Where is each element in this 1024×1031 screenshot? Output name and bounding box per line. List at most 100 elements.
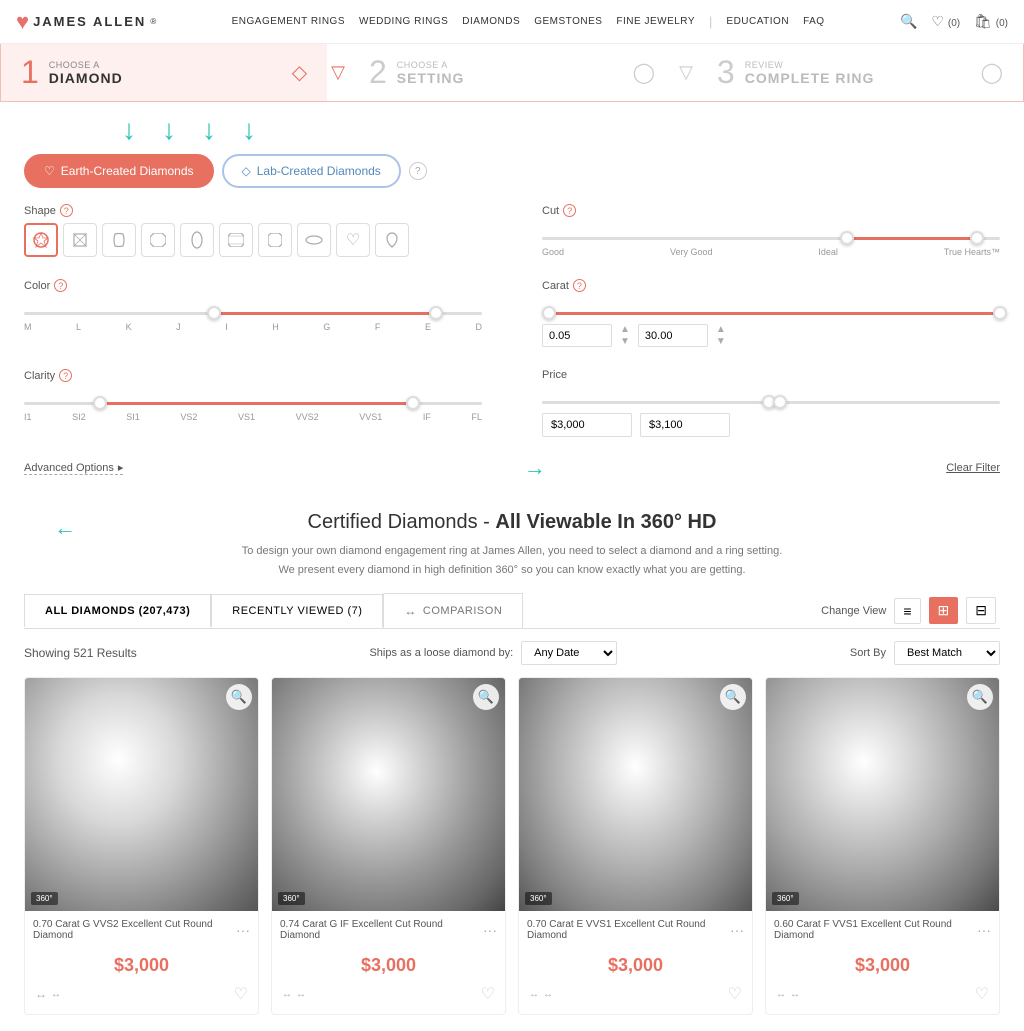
search-icon[interactable]: 🔍: [900, 13, 917, 30]
zoom-btn-3[interactable]: 🔍: [720, 684, 746, 710]
wishlist-btn-3[interactable]: ♡: [728, 984, 742, 1004]
sort-select[interactable]: Best Match: [894, 641, 1000, 665]
logo-text: JAMES ALLEN: [33, 14, 146, 29]
shape-asscher[interactable]: [258, 223, 292, 257]
comparison-icon: ↔: [404, 604, 417, 618]
diamond-info-4: 0.60 Carat F VVS1 Excellent Cut Round Di…: [766, 911, 999, 951]
steps-bar: 1 CHOOSE A DIAMOND ◇ ▽ 2 CHOOSE A SETTIN…: [0, 44, 1024, 102]
logo[interactable]: ♥ JAMES ALLEN ®: [16, 9, 156, 35]
shape-heart[interactable]: ♡: [336, 223, 370, 257]
360-badge-2: 360°: [278, 892, 305, 905]
carat-help[interactable]: ?: [573, 279, 586, 292]
price-filter: Price: [542, 369, 1000, 445]
nav-wedding-rings[interactable]: WEDDING RINGS: [359, 16, 448, 27]
color-slider[interactable]: M L K J I H G F E D: [24, 298, 482, 340]
step-1[interactable]: 1 CHOOSE A DIAMOND ◇: [1, 44, 327, 101]
cart-icon[interactable]: 🛍 (0): [974, 13, 1008, 30]
nav-fine-jewelry[interactable]: FINE JEWELRY: [616, 16, 695, 27]
zoom-btn-4[interactable]: 🔍: [967, 684, 993, 710]
compare-btn-2[interactable]: ↔↔: [282, 989, 306, 1000]
step-divider-2: ▽: [675, 44, 697, 101]
zoom-btn-2[interactable]: 🔍: [473, 684, 499, 710]
more-options-3[interactable]: ···: [730, 922, 744, 938]
arrows-row: ↓ ↓ ↓ ↓: [24, 116, 1000, 144]
diamond-info-2: 0.74 Carat G IF Excellent Cut Round Diam…: [272, 911, 505, 951]
filters-section: Shape ?: [24, 204, 1000, 445]
diamond-card-1[interactable]: 360° 🔍 0.70 Carat G VVS2 Excellent Cut R…: [24, 677, 259, 1015]
cut-label: Cut ?: [542, 204, 1000, 217]
wishlist-btn-2[interactable]: ♡: [481, 984, 495, 1004]
filter-tabs: ♡ Earth-Created Diamonds ◇ Lab-Created D…: [24, 154, 1000, 188]
view-grid-btn[interactable]: ⊞: [929, 597, 959, 624]
step-divider-1: ▽: [327, 44, 349, 101]
compare-btn-4[interactable]: ↔↔: [776, 989, 800, 1000]
view-list-btn[interactable]: ≡: [894, 598, 920, 624]
recently-viewed-tab[interactable]: RECENTLY VIEWED (7): [211, 594, 383, 627]
shape-label: Shape ?: [24, 204, 482, 217]
color-help[interactable]: ?: [54, 279, 67, 292]
carat-min-input[interactable]: [542, 324, 612, 347]
clarity-labels: I1 SI2 SI1 VS2 VS1 VVS2 VVS1 IF FL: [24, 412, 482, 422]
carat-max-input[interactable]: [638, 324, 708, 347]
nav-diamonds[interactable]: DIAMONDS: [462, 16, 520, 27]
price-min-input[interactable]: [542, 413, 632, 437]
diamond-card-2[interactable]: 360° 🔍 0.74 Carat G IF Excellent Cut Rou…: [271, 677, 506, 1015]
clarity-slider[interactable]: I1 SI2 SI1 VS2 VS1 VVS2 VVS1 IF FL: [24, 388, 482, 430]
step-3-labels: REVIEW COMPLETE RING: [745, 60, 875, 86]
shape-round[interactable]: [24, 223, 58, 257]
wishlist-btn-1[interactable]: ♡: [234, 984, 248, 1004]
cut-slider[interactable]: Good Very Good Ideal True Hearts™: [542, 223, 1000, 265]
filter-help-icon[interactable]: ?: [409, 162, 427, 180]
zoom-btn-1[interactable]: 🔍: [226, 684, 252, 710]
color-filter: Color ? M L K J I H G F: [24, 279, 482, 355]
logo-reg: ®: [150, 17, 156, 26]
shape-emerald[interactable]: [141, 223, 175, 257]
nav-gemstones[interactable]: GEMSTONES: [534, 16, 602, 27]
clear-filter-link[interactable]: Clear Filter: [946, 462, 1000, 474]
compare-btn-3[interactable]: ↔↔: [529, 989, 553, 1000]
step-2[interactable]: 2 CHOOSE A SETTING ◯: [349, 44, 675, 101]
more-options-1[interactable]: ···: [236, 922, 250, 938]
more-options-4[interactable]: ···: [977, 922, 991, 938]
results-tabs: ALL DIAMONDS (207,473) RECENTLY VIEWED (…: [24, 593, 1000, 629]
shape-cushion[interactable]: [102, 223, 136, 257]
all-diamonds-tab[interactable]: ALL DIAMONDS (207,473): [24, 594, 211, 627]
diamond-price-3: $3,000: [519, 951, 752, 980]
clarity-filter: Clarity ? I1 SI2 SI1 VS2 VS1 VVS2 VVS: [24, 369, 482, 445]
comparison-tab[interactable]: ↔ COMPARISON: [383, 593, 523, 628]
wishlist-btn-4[interactable]: ♡: [975, 984, 989, 1004]
step-2-number: 2: [369, 54, 387, 91]
shape-marquise[interactable]: [297, 223, 331, 257]
more-options-2[interactable]: ···: [483, 922, 497, 938]
shape-princess[interactable]: [63, 223, 97, 257]
nav-engagement-rings[interactable]: ENGAGEMENT RINGS: [232, 16, 345, 27]
shape-help[interactable]: ?: [60, 204, 73, 217]
advanced-options[interactable]: Advanced Options ▸: [24, 461, 123, 475]
price-slider[interactable]: [542, 387, 1000, 445]
cut-help[interactable]: ?: [563, 204, 576, 217]
wishlist-icon[interactable]: ♡ (0): [931, 13, 960, 30]
diamond-card-4[interactable]: 360° 🔍 0.60 Carat F VVS1 Excellent Cut R…: [765, 677, 1000, 1015]
diamond-img-3: 360° 🔍: [519, 678, 752, 911]
clarity-help[interactable]: ?: [59, 369, 72, 382]
diamond-actions-3: ↔↔ ♡: [519, 980, 752, 1014]
compare-btn-1[interactable]: ↔↔: [35, 987, 61, 1001]
shape-radiant[interactable]: [219, 223, 253, 257]
price-label: Price: [542, 369, 1000, 381]
lab-diamonds-tab[interactable]: ◇ Lab-Created Diamonds: [222, 154, 401, 188]
carat-slider[interactable]: ▲▼ ▲▼: [542, 298, 1000, 355]
earth-diamonds-tab[interactable]: ♡ Earth-Created Diamonds: [24, 154, 214, 188]
shape-filter: Shape ?: [24, 204, 482, 265]
price-max-input[interactable]: [640, 413, 730, 437]
view-detail-btn[interactable]: ⊟: [966, 597, 996, 624]
nav-education[interactable]: EDUCATION: [726, 16, 789, 27]
color-label: Color ?: [24, 279, 482, 292]
step-3-icon: ◯: [981, 60, 1003, 85]
diamond-info-3: 0.70 Carat E VVS1 Excellent Cut Round Di…: [519, 911, 752, 951]
nav-faq[interactable]: FAQ: [803, 16, 825, 27]
shape-pear[interactable]: [375, 223, 409, 257]
shape-oval[interactable]: [180, 223, 214, 257]
ships-select[interactable]: Any Date: [521, 641, 617, 665]
diamond-card-3[interactable]: 360° 🔍 0.70 Carat E VVS1 Excellent Cut R…: [518, 677, 753, 1015]
step-3[interactable]: 3 REVIEW COMPLETE RING ◯: [697, 44, 1023, 101]
